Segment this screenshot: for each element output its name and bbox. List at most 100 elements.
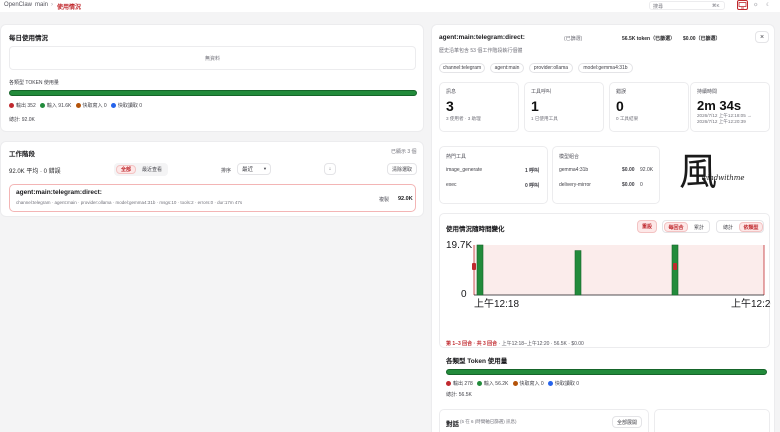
breadcrumb-openclaw[interactable]: OpenClaw	[4, 2, 32, 8]
session-name: agent:main:telegram:direct:	[16, 189, 102, 196]
detail-token-title: 各類型 Token 使用量	[446, 358, 508, 365]
pill-model[interactable]: model:gemma4:31b	[578, 63, 633, 73]
daily-empty-text: 無資料	[204, 55, 220, 62]
timeline-footer-detail: · 上午12:18–上午12:20 · 56.5K · $0.00	[497, 341, 584, 347]
session-detail-panel: agent:main:telegram:direct: (已篩選) 56.5K …	[431, 24, 775, 432]
per-turn-button[interactable]: 每回合	[664, 222, 688, 232]
detail-cost: $0.00（已篩選）	[683, 36, 721, 42]
stat-sub: 3 使用者 · 3 助理	[446, 116, 481, 121]
expand-all-button[interactable]: 全部展開	[612, 416, 642, 428]
token-type-title: 各類型 TOKEN 使用量	[9, 80, 59, 86]
side-card	[654, 409, 770, 432]
legend-cache-read: 快取讀取 0	[110, 102, 142, 109]
total-button[interactable]: 總計	[718, 222, 738, 232]
monitor-button[interactable]	[737, 0, 748, 10]
model-cost: $0.00	[622, 182, 635, 188]
breadcrumb-separator: ›	[29, 2, 31, 8]
conversation-note: (5 在 6 (時間軸已篩選) 訊息)	[460, 419, 517, 424]
windwithme-logo: 風 windwithme	[677, 152, 769, 202]
usage-bar-turn-2[interactable]	[574, 250, 582, 296]
legend-cache-read: 快取讀取 0	[547, 380, 579, 387]
stat-duration: 持續時間 2m 34s 2026/7/12 上午12:18:05 → 2026/…	[690, 82, 770, 132]
logo-glyph: 風	[679, 150, 718, 194]
selection-range[interactable]	[474, 245, 764, 295]
tool-count: 0 呼叫	[525, 183, 540, 189]
reset-button[interactable]: 重設	[637, 220, 657, 233]
monitor-icon	[738, 2, 747, 9]
legend-output: 輸出 278	[446, 380, 473, 387]
hot-tools-title: 熱門工具	[446, 154, 467, 160]
detail-tokens: 56.5K token（已篩選）	[622, 36, 676, 42]
usage-bar-turn-1[interactable]	[476, 244, 484, 296]
breadcrumb-main[interactable]: main	[35, 2, 48, 8]
stat-sub: 1 已使用工具	[531, 116, 558, 121]
tool-name: exec	[446, 182, 457, 188]
copy-button[interactable]: 複製	[379, 196, 389, 203]
timeline-turn-range: 第 1–3 回合 · 共 3 回合	[446, 341, 498, 347]
detail-title: agent:main:telegram:direct:	[439, 34, 525, 41]
breadcrumb-usage: 使用情況	[57, 5, 82, 11]
sessions-title: 工作階段	[9, 151, 35, 158]
session-tokens: 92.0K	[398, 196, 413, 202]
stat-label: 持續時間	[697, 89, 718, 95]
session-meta: channel:telegram · agent:main · provider…	[16, 200, 243, 205]
model-name: gemma4:31b	[559, 167, 589, 173]
sort-select-value: 最近	[242, 167, 254, 173]
sessions-card: 工作階段 已顯示 3 個 92.0K 平均 · 0 錯誤 全部 最近查看 排序 …	[0, 141, 424, 217]
selection-handle-left[interactable]	[472, 263, 476, 270]
stat-value: 2m 34s	[697, 98, 742, 113]
legend-output: 輸出 352	[9, 102, 36, 109]
selection-handle-right[interactable]	[673, 263, 677, 270]
detail-token-legend: 輸出 278 輸入 56.2K 快取寫入 0 快取讀取 0	[446, 380, 579, 387]
close-button[interactable]: ×	[755, 31, 769, 43]
detail-filter-tag: (已篩選)	[564, 36, 583, 42]
hot-tools-card: 熱門工具 image_generate 1 呼叫 exec 0 呼叫	[439, 146, 548, 204]
legend-cache-write: 快取寫入 0	[75, 102, 107, 109]
close-icon: ×	[759, 33, 765, 41]
sun-icon[interactable]: ☼	[753, 2, 759, 8]
stat-value: 3	[446, 98, 454, 114]
chevron-down-icon: ▼	[263, 166, 267, 171]
model-tokens: 0	[640, 182, 643, 188]
token-usage-bar	[9, 90, 417, 96]
timeline-title: 使用情況隨時間變化	[446, 226, 505, 233]
token-legend: 輸出 352 輸入 91.6K 快取寫入 0 快取讀取 0	[9, 102, 142, 109]
tool-count: 1 呼叫	[525, 168, 540, 174]
token-total: 總計: 92.0K	[9, 117, 35, 123]
tab-recent[interactable]: 最近查看	[138, 165, 166, 174]
pill-provider[interactable]: provider:ollama	[529, 63, 573, 73]
stat-value: 0	[616, 98, 624, 114]
sort-select[interactable]: 最近 ▼	[237, 163, 271, 175]
x-axis-end-label: 上午12:20	[731, 297, 771, 310]
breakdown-toggle: 總計 依類型	[716, 220, 764, 233]
session-row[interactable]: agent:main:telegram:direct: channel:tele…	[9, 184, 416, 212]
sessions-tabs: 全部 最近查看	[114, 163, 168, 176]
y-axis-min-label: 0	[461, 289, 467, 300]
logo-text: windwithme	[701, 174, 745, 182]
stat-messages: 訊息 3 3 使用者 · 3 助理	[439, 82, 519, 132]
conversation-title: 對話	[446, 421, 459, 428]
legend-input: 輸入 91.6K	[39, 102, 71, 109]
model-mix-card: 模型組合 gemma4:31b $0.00 92.0K delivery-mir…	[552, 146, 660, 204]
conversation-card: 對話 (5 在 6 (時間軸已篩選) 訊息) 全部展開	[439, 409, 649, 432]
sessions-summary: 92.0K 平均 · 0 錯誤	[9, 169, 61, 175]
pill-agent[interactable]: agent:main	[490, 63, 524, 73]
tool-name: image_generate	[446, 167, 483, 173]
stat-sub: 0 工具結果	[616, 116, 639, 121]
pill-channel[interactable]: channel:telegram	[439, 63, 485, 73]
cumulative-button[interactable]: 累計	[689, 222, 709, 232]
y-axis-max-label: 19.7K	[446, 240, 472, 251]
mode-toggle: 每回合 累計	[662, 220, 710, 233]
model-name: delivery-mirror	[559, 182, 591, 188]
sort-direction-button[interactable]: ↓	[324, 163, 336, 175]
x-axis-start-label: 上午12:18	[474, 297, 519, 310]
search-input[interactable]: 搜尋 ⌘K	[649, 1, 725, 10]
tab-all[interactable]: 全部	[116, 165, 136, 174]
detail-token-total: 總計: 56.5K	[446, 392, 472, 398]
clear-selection-button[interactable]: 清除選取	[387, 163, 417, 175]
sessions-shown-count: 已顯示 3 個	[391, 149, 417, 155]
moon-icon[interactable]: ☾	[766, 2, 770, 8]
usage-timeline-chart: 19.7K 0 上午12:18 上午12:20	[446, 240, 771, 310]
by-type-button[interactable]: 依類型	[739, 222, 763, 232]
detail-token-bar	[446, 369, 767, 375]
